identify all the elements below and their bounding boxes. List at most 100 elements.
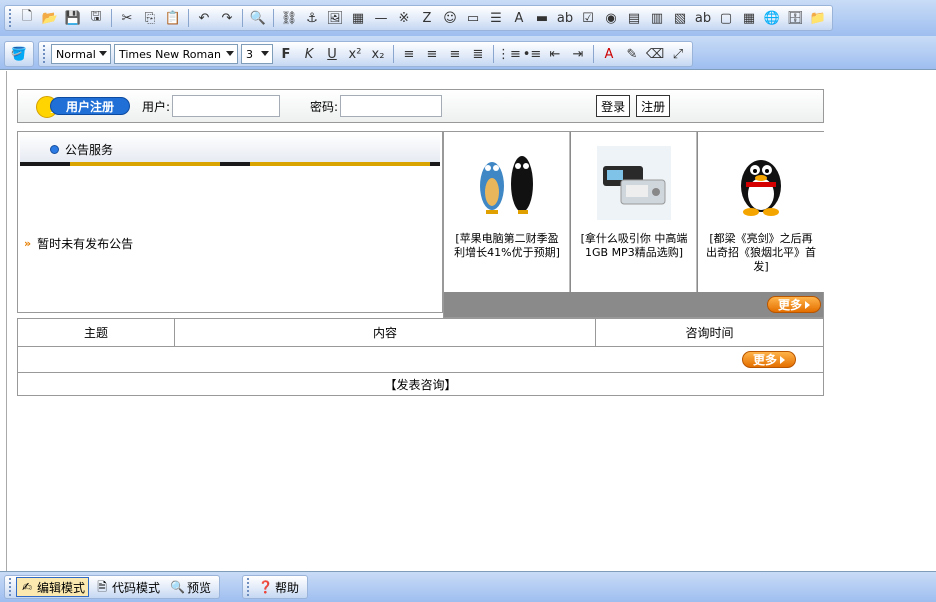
outdent-icon[interactable]: ⇤ [545, 44, 565, 64]
justify-icon[interactable]: ≣ [468, 44, 488, 64]
register-logo: 用户注册 [36, 94, 132, 118]
list-icon[interactable]: ▤ [624, 8, 644, 28]
toolbar-separator [242, 9, 243, 27]
db-icon[interactable]: 🗄 [785, 8, 805, 28]
eraser-icon[interactable]: ⌫ [645, 44, 665, 64]
penguin-figures-image [480, 156, 533, 214]
arrow-right-icon [805, 300, 810, 309]
preview-label: 预览 [187, 580, 212, 595]
redo-icon[interactable]: ↷ [217, 8, 237, 28]
ordered-list-icon[interactable]: ⋮≡ [497, 44, 521, 64]
user-label: 用户: [142, 99, 171, 114]
emoticon-icon[interactable]: ☺ [440, 8, 460, 28]
help-button[interactable]: ❓ 帮助 [254, 577, 303, 597]
product-card[interactable]: [苹果电脑第二财季盈利增长41%优于预期] [444, 132, 570, 292]
form-field-icon[interactable]: ▭ [463, 8, 483, 28]
format-toolbar: 🪣 Normal Times New Roman 3 F K Ux² x₂ ≡ ≡ ≡ ≣ ⋮≡… [0, 36, 936, 70]
main-toolbar: 🗋 📂 💾 🖫 ✂ ⎘ 📋 ↶ ↷ 🔍 ⛓ ⚓ 🖼 ▦ — ※ Z ☺ ▭ ☰ A ▬ ab ☑ ◉ ▤ ▥ ▧ ab ▢ ▦ 🌐 🗄 📁 [0, 0, 936, 36]
font-color-icon[interactable]: A [599, 44, 619, 64]
edit-mode-button[interactable]: ✍ 编辑模式 [16, 577, 90, 597]
hr-icon[interactable]: — [371, 8, 391, 28]
product-showcase: [苹果电脑第二财季盈利增长41%优于预期] [拿什么吸引你 中高端1GB MP3… [443, 131, 824, 318]
chevron-down-icon [226, 51, 234, 56]
toolbar-grip [9, 578, 12, 596]
more-label: 更多 [752, 353, 777, 367]
size-select-value: 3 [246, 47, 253, 61]
paint-bucket-icon[interactable]: 🪣 [9, 44, 29, 64]
login-button[interactable]: 登录 [596, 95, 631, 117]
circle-bullet-icon [50, 145, 59, 154]
help-icon: ❓ [258, 580, 273, 594]
special-char-icon[interactable]: ※ [394, 8, 414, 28]
code-mode-label: 代码模式 [112, 580, 161, 595]
help-label: 帮助 [275, 580, 300, 595]
radio-icon[interactable]: ◉ [601, 8, 621, 28]
password-label: 密码: [310, 99, 339, 114]
checkbox-icon[interactable]: ☑ [578, 8, 598, 28]
highlight-icon[interactable]: ✎ [622, 44, 642, 64]
anchor-icon[interactable]: ⚓ [302, 8, 322, 28]
button-icon[interactable]: ab [693, 8, 713, 28]
edit-mode-icon: ✍ [21, 580, 33, 594]
italic-icon[interactable]: K [299, 44, 319, 64]
code-mode-icon: 🗎 [97, 580, 107, 594]
mp3-player-image [597, 146, 671, 220]
consult-table-header: 主题 内容 咨询时间 [18, 319, 823, 347]
toolbar-grip [9, 9, 12, 27]
subscript-icon[interactable]: x₂ [368, 44, 388, 64]
globe-icon[interactable]: 🌐 [762, 8, 782, 28]
preview-button[interactable]: 🔍 预览 [166, 577, 215, 597]
product-caption: [拿什么吸引你 中高端1GB MP3精品选购] [580, 232, 688, 259]
username-input[interactable] [172, 95, 281, 117]
notice-panel: 公告服务 » 暂时未有发布公告 [17, 131, 443, 313]
superscript-icon[interactable]: x² [345, 44, 365, 64]
post-consult-link[interactable]: 【发表咨询】 [384, 376, 456, 393]
table-icon[interactable]: ▦ [348, 8, 368, 28]
indent-icon[interactable]: ⇥ [568, 44, 588, 64]
list-box-icon[interactable]: ☰ [486, 8, 506, 28]
bold-icon[interactable]: F [276, 44, 296, 64]
register-button[interactable]: 注册 [636, 95, 671, 117]
paste-icon[interactable]: 📋 [163, 8, 183, 28]
image-icon[interactable]: 🖼 [325, 8, 345, 28]
copy-icon[interactable]: ⎘ [140, 8, 160, 28]
editor-canvas[interactable]: 用户注册 用户: 密码: 登录 注册 公告服务 » 暂时未有发布公告 [苹果电脑… [6, 71, 936, 576]
text-line-icon[interactable]: ▬ [532, 8, 552, 28]
font-select[interactable]: Times New Roman [114, 44, 238, 64]
link-icon[interactable]: ⛓ [279, 8, 299, 28]
style-select[interactable]: Normal [51, 44, 111, 64]
bullet-list-icon[interactable]: •≡ [522, 44, 542, 64]
code-mode-button[interactable]: 🗎 代码模式 [91, 577, 164, 597]
flash-icon[interactable]: Z [417, 8, 437, 28]
size-select[interactable]: 3 [241, 44, 273, 64]
more-consult-button[interactable]: 更多 [742, 351, 796, 368]
new-doc-icon[interactable]: 🗋 [17, 8, 37, 28]
password-input[interactable] [340, 95, 443, 117]
open-folder-icon[interactable]: 📂 [40, 8, 60, 28]
underline-icon[interactable]: U [322, 44, 342, 64]
product-caption: [都梁《亮剑》之后再出奇招《狼烟北平》首发] [706, 232, 816, 273]
text-image-icon[interactable]: ▧ [670, 8, 690, 28]
notice-empty-text: 暂时未有发布公告 [37, 237, 134, 251]
more-products-button[interactable]: 更多 [767, 296, 821, 313]
find-icon[interactable]: 🔍 [248, 8, 268, 28]
big-a-icon[interactable]: A [509, 8, 529, 28]
product-card[interactable]: [拿什么吸引你 中高端1GB MP3精品选购] [571, 132, 697, 292]
product-card[interactable]: [都梁《亮剑》之后再出奇招《狼烟北平》首发] [698, 132, 824, 292]
label-box-icon[interactable]: ab [555, 8, 575, 28]
box-icon[interactable]: ▢ [716, 8, 736, 28]
fullscreen-icon[interactable]: ⤢ [668, 44, 688, 64]
chevron-down-icon [261, 51, 269, 56]
notice-title-text: 公告服务 [65, 143, 114, 157]
align-center-icon[interactable]: ≡ [422, 44, 442, 64]
align-right-icon[interactable]: ≡ [445, 44, 465, 64]
frame-icon[interactable]: ▦ [739, 8, 759, 28]
save-icon[interactable]: 💾 [63, 8, 83, 28]
undo-icon[interactable]: ↶ [194, 8, 214, 28]
save-as-icon[interactable]: 🖫 [86, 8, 106, 28]
consult-table: 主题 内容 咨询时间 更多 【发表咨询】 [17, 318, 824, 396]
folder-icon[interactable]: 📁 [808, 8, 828, 28]
grid-icon[interactable]: ▥ [647, 8, 667, 28]
cut-icon[interactable]: ✂ [117, 8, 137, 28]
align-left-icon[interactable]: ≡ [399, 44, 419, 64]
